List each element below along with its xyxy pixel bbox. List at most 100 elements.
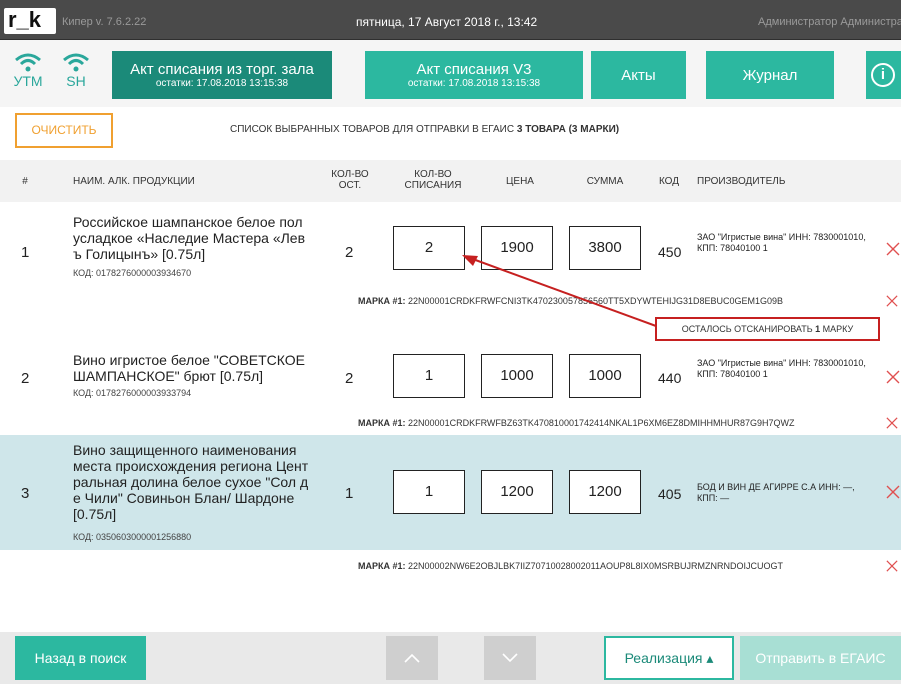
scroll-up-button[interactable] [386, 636, 438, 680]
journal-label: Журнал [742, 66, 798, 84]
selection-count: 3 ТОВАРА [516, 124, 566, 135]
product-code: КОД: 0178276000003934670 [73, 268, 192, 278]
mark-label: МАРКА #1: [358, 561, 406, 571]
writeoff-qty-input[interactable]: 1 [393, 470, 465, 514]
acts-label: Акты [621, 66, 656, 84]
close-icon[interactable] [886, 242, 900, 256]
producer: ЗАО "Игристые вина" ИНН: 7830001010, КПП… [697, 232, 866, 253]
writeoff-v3-sub: остатки: 17.08.2018 13:15:38 [407, 77, 541, 89]
chevron-down-icon [502, 653, 518, 663]
col-writeoff-line1: КОЛ-ВО [414, 169, 452, 180]
app-version: Кипер v. 7.6.2.22 [62, 16, 147, 28]
writeoff-v3-button[interactable]: Акт списания V3 остатки: 17.08.2018 13:1… [365, 51, 583, 99]
selection-marks: (3 МАРКИ) [568, 124, 620, 135]
mark-value: 22N00001CRDKFRWFBZ63TK470810001742414NKA… [408, 418, 795, 428]
sum-input[interactable]: 1000 [569, 354, 641, 398]
info-icon: i [871, 63, 895, 87]
product-code: КОД: 0178276000003933794 [73, 388, 192, 398]
table-row[interactable]: 1 Российское шампанское белое пол усладк… [0, 202, 901, 287]
price-input[interactable]: 1200 [481, 470, 553, 514]
alc-code: 405 [658, 486, 682, 502]
sh-label: SH [66, 73, 86, 89]
header-bar: УТМ SH Акт списания из торг. зала остатк… [0, 40, 901, 107]
rest-qty: 2 [345, 244, 354, 261]
product-code: КОД: 0350603000001256880 [73, 532, 192, 542]
row-number: 3 [21, 485, 30, 502]
wifi-icon [63, 53, 89, 72]
selection-summary: СПИСОК ВЫБРАННЫХ ТОВАРОВ ДЛЯ ОТПРАВКИ В … [230, 124, 619, 135]
alc-code: 450 [658, 244, 682, 260]
close-icon[interactable] [886, 370, 900, 384]
alc-code: 440 [658, 370, 682, 386]
table-row[interactable]: 3 Вино защищенного наименования места пр… [0, 435, 901, 550]
close-icon[interactable] [886, 560, 898, 572]
table-header: # НАИМ. АЛК. ПРОДУКЦИИ КОЛ-ВО ОСТ. КОЛ-В… [0, 160, 901, 202]
writeoff-hall-sub: остатки: 17.08.2018 13:15:38 [155, 77, 289, 89]
remaining-marks-note: ОСТАЛОСЬ ОТСКАНИРОВАТЬ 1 МАРКУ [655, 317, 880, 341]
remaining-prefix: ОСТАЛОСЬ ОТСКАНИРОВАТЬ [681, 324, 813, 334]
mark-label: МАРКА #1: [358, 418, 406, 428]
col-rest-line1: КОЛ-ВО [331, 169, 369, 180]
sh-status[interactable]: SH [56, 52, 96, 89]
price-input[interactable]: 1000 [481, 354, 553, 398]
writeoff-hall-title: Акт списания из торг. зала [130, 60, 314, 78]
scroll-down-button[interactable] [484, 636, 536, 680]
mark-row: МАРКА #1: 22N00001CRDKFRWFBZ63TK47081000… [0, 408, 901, 435]
mark-row: МАРКА #1: 22N00001CRDKFRWFCNI3TK47023005… [0, 287, 901, 313]
col-writeoff: КОЛ-ВО СПИСАНИЯ [398, 169, 468, 191]
current-datetime: пятница, 17 Август 2018 г., 13:42 [356, 15, 538, 29]
journal-button[interactable]: Журнал [706, 51, 834, 99]
rest-qty: 2 [345, 370, 354, 387]
row-number: 2 [21, 370, 30, 387]
col-writeoff-line2: СПИСАНИЯ [404, 180, 462, 191]
col-rest-line2: ОСТ. [338, 180, 362, 191]
sum-input[interactable]: 1200 [569, 470, 641, 514]
product-name: Российское шампанское белое пол усладкое… [73, 214, 306, 262]
sum-input[interactable]: 3800 [569, 226, 641, 270]
back-to-search-button[interactable]: Назад в поиск [15, 636, 146, 680]
rest-qty: 1 [345, 485, 354, 502]
close-icon[interactable] [886, 417, 898, 429]
acts-button[interactable]: Акты [591, 51, 686, 99]
close-icon[interactable] [886, 485, 900, 499]
app-logo: r_k [4, 8, 56, 34]
product-name: Вино защищенного наименования места прои… [73, 442, 309, 522]
row-number: 1 [21, 244, 30, 261]
col-num: # [22, 176, 28, 187]
mark-value: 22N00001CRDKFRWFCNI3TK470230057856560TT5… [408, 296, 784, 306]
mark-row: МАРКА #1: 22N00002NW6E2OBJLBK7IIZ7071002… [0, 550, 901, 580]
price-input[interactable]: 1900 [481, 226, 553, 270]
col-sum: СУММА [586, 176, 624, 187]
table-row[interactable]: 2 Вино игристое белое "СОВЕТСКОЕ ШАМПАНС… [0, 346, 901, 408]
col-producer: ПРОИЗВОДИТЕЛЬ [697, 176, 786, 187]
col-rest: КОЛ-ВО ОСТ. [322, 169, 378, 191]
mark-text: МАРКА #1: 22N00001CRDKFRWFBZ63TK47081000… [358, 418, 795, 428]
mark-text: МАРКА #1: 22N00001CRDKFRWFCNI3TK47023005… [358, 296, 783, 306]
top-bar: r_k Кипер v. 7.6.2.22 пятница, 17 Август… [0, 0, 901, 40]
col-price: ЦЕНА [506, 176, 534, 187]
wifi-icon [15, 53, 41, 72]
selection-text: СПИСОК ВЫБРАННЫХ ТОВАРОВ ДЛЯ ОТПРАВКИ В … [230, 124, 515, 135]
producer: БОД И ВИН ДЕ АГИРРЕ С.А ИНН: —, КПП: — [697, 482, 855, 503]
col-code: КОД [658, 176, 680, 187]
writeoff-v3-title: Акт списания V3 [416, 60, 532, 78]
remaining-suffix: МАРКУ [822, 324, 854, 334]
utm-label: УТМ [13, 73, 43, 89]
clear-button[interactable]: ОЧИСТИТЬ [15, 113, 113, 148]
col-name: НАИМ. АЛК. ПРОДУКЦИИ [73, 176, 195, 187]
writeoff-qty-input[interactable]: 2 [393, 226, 465, 270]
current-user: Администратор Администратор [758, 16, 901, 28]
mark-text: МАРКА #1: 22N00002NW6E2OBJLBK7IIZ7071002… [358, 561, 783, 571]
writeoff-hall-button[interactable]: Акт списания из торг. зала остатки: 17.0… [112, 51, 332, 99]
info-button[interactable]: i [866, 51, 901, 99]
realization-dropdown[interactable]: Реализация ▴ [604, 636, 734, 680]
utm-status[interactable]: УТМ [8, 52, 48, 89]
close-icon[interactable] [886, 295, 898, 307]
chevron-up-icon [404, 653, 420, 663]
mark-label: МАРКА #1: [358, 296, 406, 306]
writeoff-qty-input[interactable]: 1 [393, 354, 465, 398]
send-egais-button[interactable]: Отправить в ЕГАИС [740, 636, 901, 680]
mark-value: 22N00002NW6E2OBJLBK7IIZ70710028002011AOU… [408, 561, 784, 571]
producer: ЗАО "Игристые вина" ИНН: 7830001010, КПП… [697, 358, 866, 379]
product-name: Вино игристое белое "СОВЕТСКОЕ ШАМПАНСКО… [73, 352, 306, 384]
